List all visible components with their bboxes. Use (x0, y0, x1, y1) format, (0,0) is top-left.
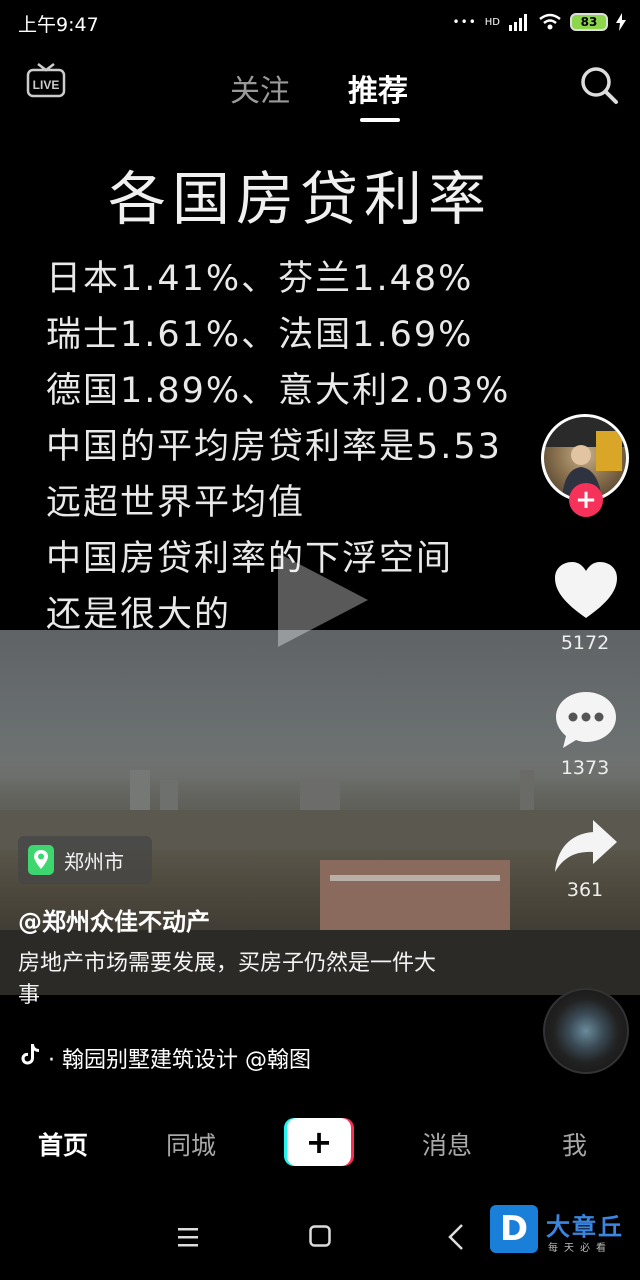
active-tab-indicator (360, 118, 400, 122)
building-shape (130, 770, 150, 810)
home-square-icon[interactable] (309, 1225, 331, 1247)
nav-local[interactable]: 同城 (166, 1126, 216, 1162)
back-icon[interactable] (446, 1223, 466, 1251)
watermark-d-icon: D (490, 1205, 538, 1253)
share-icon[interactable] (553, 818, 619, 874)
nav-messages[interactable]: 消息 (422, 1126, 472, 1162)
location-tag[interactable]: 郑州市 (18, 836, 152, 884)
music-disc[interactable] (543, 988, 629, 1074)
network-type-label: HD (484, 16, 500, 28)
battery-level: 83 (580, 15, 598, 29)
tiktok-note-icon (21, 1044, 39, 1065)
live-tv-icon[interactable]: LIVE (26, 62, 66, 98)
nav-me[interactable]: 我 (562, 1126, 587, 1162)
watermark-name: 大章丘 (546, 1213, 624, 1241)
video-cityscape-image[interactable] (0, 630, 640, 995)
follow-button[interactable]: + (569, 483, 603, 517)
location-label: 郑州市 (64, 849, 124, 874)
video-text-line: 德国1.89%、意大利2.03% (46, 371, 511, 411)
watermark-slogan: 每天必看 (548, 1243, 612, 1254)
music-marquee[interactable]: · 翰园别墅建筑设计 @翰图 (48, 1042, 340, 1074)
tab-recommend[interactable]: 推荐 (348, 66, 408, 110)
video-description: 房地产市场需要发展，买房子仍然是一件大事 (18, 951, 437, 1008)
dots-icon: ••• (452, 15, 477, 29)
battery-icon: 83 (570, 13, 608, 31)
video-text-line: 中国房贷利率的下浮空间 (46, 539, 454, 579)
video-text-line: 日本1.41%、芬兰1.48% (46, 259, 474, 299)
comment-count: 1373 (560, 757, 610, 779)
building-shape (160, 780, 178, 810)
search-icon[interactable] (578, 64, 620, 106)
play-icon[interactable] (268, 545, 378, 655)
author-name[interactable]: @郑州众佳不动产 (18, 902, 210, 937)
add-video-plus: + (305, 1123, 333, 1161)
video-text-line: 远超世界平均值 (46, 483, 306, 523)
video-text-line: 瑞士1.61%、法国1.69% (46, 315, 474, 355)
charging-icon (616, 13, 626, 31)
building-shape (300, 780, 340, 810)
video-title: 各国房贷利率 (107, 165, 492, 233)
location-pin-icon (28, 845, 54, 875)
pagoda-shape (520, 770, 534, 810)
heart-icon[interactable] (553, 560, 619, 622)
nav-home[interactable]: 首页 (38, 1126, 88, 1162)
signal-icon (509, 14, 527, 31)
like-count: 5172 (560, 632, 610, 654)
video-text-line: 中国的平均房贷利率是5.53 (46, 427, 502, 467)
tab-follow[interactable]: 关注 (230, 66, 290, 110)
station-building (320, 860, 510, 930)
menu-icon[interactable] (176, 1225, 200, 1249)
share-count: 361 (566, 879, 604, 901)
status-time: 上午9:47 (18, 14, 99, 36)
svg-text:LIVE: LIVE (33, 78, 60, 92)
station-stripe (330, 875, 500, 881)
watermark-logo: D 大章丘 每天必看 (490, 1205, 636, 1255)
wifi-icon (539, 13, 561, 30)
status-icons: ••• HD 83 (453, 10, 626, 34)
comment-icon[interactable] (553, 688, 619, 752)
